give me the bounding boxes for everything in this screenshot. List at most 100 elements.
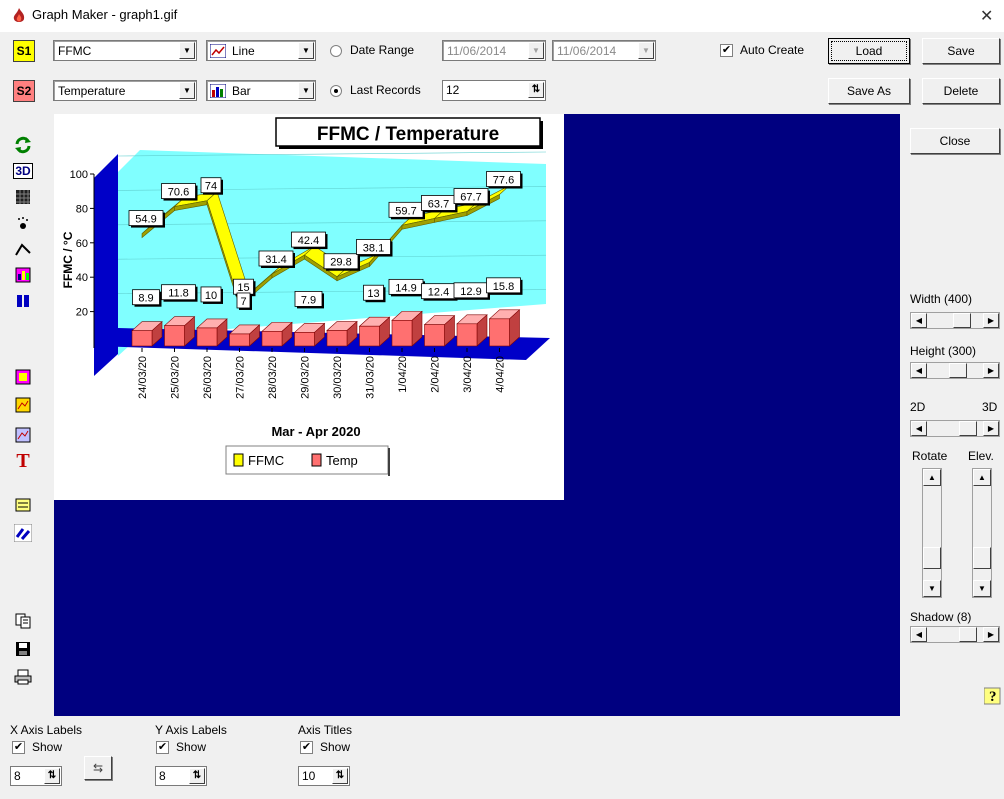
height-slider-thumb[interactable] xyxy=(949,363,967,378)
palette-icon[interactable] xyxy=(12,264,34,286)
spin-arrows-icon[interactable]: ⇅ xyxy=(332,768,348,784)
x-tick-label: 1/04/20 xyxy=(397,356,409,393)
spin-arrows-icon[interactable]: ⇅ xyxy=(189,768,205,784)
delete-button[interactable]: Delete xyxy=(922,78,1000,104)
text-title-icon[interactable]: T xyxy=(12,450,34,472)
last-records-radio[interactable] xyxy=(330,85,342,97)
x-axis-show-checkbox[interactable]: ✔ xyxy=(12,741,25,754)
temp-bar xyxy=(196,327,218,347)
temp-data-label: 11.8 xyxy=(168,288,189,300)
series1-field-value: FFMC xyxy=(58,44,92,58)
scroll-left-icon[interactable]: ◀ xyxy=(911,421,927,436)
y-tick-label: 80 xyxy=(76,203,88,215)
width-slider-thumb[interactable] xyxy=(953,313,971,328)
save-disk-icon[interactable] xyxy=(12,638,34,660)
date-range-radio[interactable] xyxy=(330,45,342,57)
elev-label: Elev. xyxy=(968,449,994,463)
width-slider[interactable]: ◀ ▶ xyxy=(910,312,1000,329)
series2-type-select[interactable]: Bar ▼ xyxy=(206,80,316,101)
scroll-down-icon[interactable]: ▼ xyxy=(923,580,941,597)
scroll-down-icon[interactable]: ▼ xyxy=(973,580,991,597)
series1-badge[interactable]: S1 xyxy=(13,40,35,62)
line-chart-icon xyxy=(209,43,227,61)
scroll-up-icon[interactable]: ▲ xyxy=(973,469,991,486)
chevron-down-icon: ▼ xyxy=(528,42,544,59)
rotate-label: Rotate xyxy=(912,449,948,463)
temp-bar xyxy=(391,320,413,347)
chart-title-shadow xyxy=(540,121,543,149)
window-title-bar: Graph Maker - graph1.gif ✕ xyxy=(0,0,1004,32)
scroll-right-icon[interactable]: ▶ xyxy=(983,627,999,642)
title-size-value: 10 xyxy=(302,769,316,783)
help-icon[interactable]: ? xyxy=(983,684,1002,706)
elev-slider-thumb[interactable] xyxy=(973,547,991,569)
refresh-icon[interactable] xyxy=(12,134,34,156)
series2-field-select[interactable]: Temperature ▼ xyxy=(53,80,197,101)
text-tool-label: T xyxy=(16,449,30,472)
series1-type-value: Line xyxy=(232,44,255,58)
line-style-icon[interactable] xyxy=(12,238,34,260)
save-as-button[interactable]: Save As xyxy=(828,78,910,104)
background-icon[interactable] xyxy=(12,366,34,388)
height-slider[interactable]: ◀ ▶ xyxy=(910,362,1000,379)
shadow-slider-thumb[interactable] xyxy=(959,627,977,642)
3d-toggle-icon[interactable]: 3D xyxy=(12,160,34,182)
rotate-slider[interactable]: ▲ ▼ xyxy=(922,468,942,598)
y-axis-show-checkbox[interactable]: ✔ xyxy=(156,741,169,754)
x-axis-labels-label: X Axis Labels xyxy=(10,723,83,737)
scroll-left-icon[interactable]: ◀ xyxy=(911,627,927,642)
x-axis-show-label: Show xyxy=(32,740,63,754)
date-to-picker[interactable]: 11/06/2014 ▼ xyxy=(552,40,656,61)
shadow-slider[interactable]: ◀ ▶ xyxy=(910,626,1000,643)
series2-badge[interactable]: S2 xyxy=(13,80,35,102)
print-icon[interactable] xyxy=(12,666,34,688)
date-to-value: 11/06/2014 xyxy=(557,44,617,58)
rotate-slider-thumb[interactable] xyxy=(923,547,941,569)
series-color-icon[interactable] xyxy=(12,290,34,312)
date-from-picker[interactable]: 11/06/2014 ▼ xyxy=(442,40,546,61)
spin-arrows-icon[interactable]: ⇅ xyxy=(528,82,544,98)
elev-slider[interactable]: ▲ ▼ xyxy=(972,468,992,598)
ffmc-data-label: 63.7 xyxy=(428,198,449,210)
scroll-right-icon[interactable]: ▶ xyxy=(983,313,999,328)
temp-data-label: 8.9 xyxy=(138,293,153,305)
axis-titles-show-checkbox[interactable]: ✔ xyxy=(300,741,313,754)
title-size-spinner[interactable]: 10 ⇅ xyxy=(298,766,350,786)
scroll-up-icon[interactable]: ▲ xyxy=(923,469,941,486)
last-records-spinner[interactable]: 12 ⇅ xyxy=(442,80,546,101)
panel-icon[interactable] xyxy=(12,424,34,446)
save-button[interactable]: Save xyxy=(922,38,1000,64)
grid-icon[interactable] xyxy=(12,186,34,208)
width-label: Width (400) xyxy=(910,292,973,306)
window-close-icon[interactable]: ✕ xyxy=(980,6,993,26)
axis-swap-icon[interactable] xyxy=(12,522,34,544)
scroll-left-icon[interactable]: ◀ xyxy=(911,363,927,378)
ffmc-data-label: 42.4 xyxy=(298,235,319,247)
close-button[interactable]: Close xyxy=(910,128,1000,154)
scroll-right-icon[interactable]: ▶ xyxy=(983,363,999,378)
legend-icon[interactable] xyxy=(12,494,34,516)
temp-bar xyxy=(456,323,478,347)
series1-field-select[interactable]: FFMC ▼ xyxy=(53,40,197,61)
gradient-icon[interactable] xyxy=(12,394,34,416)
spin-arrows-icon[interactable]: ⇅ xyxy=(44,768,60,784)
temp-bar xyxy=(326,330,348,347)
scroll-left-icon[interactable]: ◀ xyxy=(911,313,927,328)
chart-image[interactable]: FFMC / Temperature 20 40 60 80 100 FFMC / °C… xyxy=(54,114,564,500)
scroll-right-icon[interactable]: ▶ xyxy=(983,421,999,436)
load-button[interactable]: Load xyxy=(828,38,910,64)
x-tick-label: 2/04/20 xyxy=(430,356,442,393)
auto-create-checkbox[interactable]: ✔ xyxy=(720,44,733,57)
depth-slider[interactable]: ◀ ▶ xyxy=(910,420,1000,437)
y-tick-label: 60 xyxy=(76,238,88,250)
swap-axis-button[interactable]: ⇆ xyxy=(84,756,112,780)
depth-slider-thumb[interactable] xyxy=(959,421,977,436)
x-tick-label: 24/03/20 xyxy=(137,356,149,399)
copy-icon[interactable] xyxy=(12,610,34,632)
x-label-size-value: 8 xyxy=(14,769,21,783)
chart-title-shadow-bottom xyxy=(279,146,543,149)
marker-icon[interactable] xyxy=(12,212,34,234)
series1-type-select[interactable]: Line ▼ xyxy=(206,40,316,61)
y-label-size-spinner[interactable]: 8 ⇅ xyxy=(155,766,207,786)
x-label-size-spinner[interactable]: 8 ⇅ xyxy=(10,766,62,786)
